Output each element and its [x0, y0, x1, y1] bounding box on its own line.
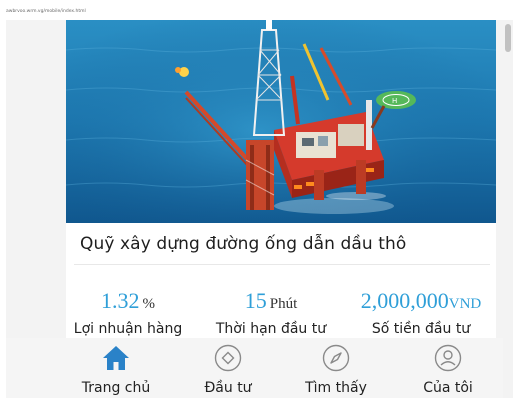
home-icon	[103, 346, 129, 370]
tab-profile[interactable]: Của tôi	[398, 338, 498, 398]
stat-amount: 2,000,000VND Số tiền đầu tư	[346, 288, 496, 337]
scrollbar[interactable]	[503, 20, 513, 398]
url-text: awbrvoo.wrm.vg/mobile/index.html	[6, 9, 86, 14]
tab-label: Tìm thấy	[305, 380, 367, 396]
stat-number: 15	[244, 288, 267, 313]
tab-label: Của tôi	[423, 380, 473, 396]
tab-label: Đầu tư	[204, 380, 252, 396]
svg-text:H: H	[392, 97, 397, 105]
stat-value: 1.32%	[72, 288, 184, 314]
compass-icon	[322, 344, 350, 372]
tab-discover[interactable]: Tìm thấy	[286, 338, 386, 398]
product-card[interactable]: H Quỹ xây dựng đường ống dẫn dầu thô 1.3…	[66, 20, 496, 340]
hero-image: H	[66, 20, 496, 223]
stat-number: 2,000,000	[360, 288, 449, 313]
user-icon	[434, 344, 462, 372]
diamond-icon	[214, 344, 242, 372]
stat-label: Thời hạn đầu tư	[215, 321, 327, 337]
stat-unit: VND	[448, 296, 482, 312]
bottom-tab-bar: Trang chủ Đầu tư Tìm thấy Của tôi	[6, 338, 503, 398]
stat-profit: 1.32% Lợi nhuận hàng	[72, 288, 184, 337]
product-title: Quỹ xây dựng đường ống dẫn dầu thô	[80, 234, 407, 254]
oil-rig-illustration: H	[66, 20, 496, 223]
tab-invest[interactable]: Đầu tư	[178, 338, 278, 398]
tab-label: Trang chủ	[81, 380, 151, 396]
stat-unit: %	[142, 296, 156, 312]
address-bar[interactable]: awbrvoo.wrm.vg/mobile/index.html	[0, 0, 519, 20]
stat-duration: 15 Phút Thời hạn đầu tư	[212, 288, 330, 337]
stat-value: 2,000,000VND	[346, 288, 496, 314]
stat-number: 1.32	[101, 288, 140, 313]
divider	[74, 264, 490, 265]
stat-value: 15 Phút	[212, 288, 330, 314]
tab-home[interactable]: Trang chủ	[66, 338, 166, 398]
scrollbar-thumb[interactable]	[505, 24, 511, 52]
stat-label: Lợi nhuận hàng	[73, 321, 183, 337]
stat-unit: Phút	[269, 296, 298, 312]
stat-label: Số tiền đầu tư	[371, 321, 471, 337]
page-viewport: H Quỹ xây dựng đường ống dẫn dầu thô 1.3…	[6, 20, 513, 398]
